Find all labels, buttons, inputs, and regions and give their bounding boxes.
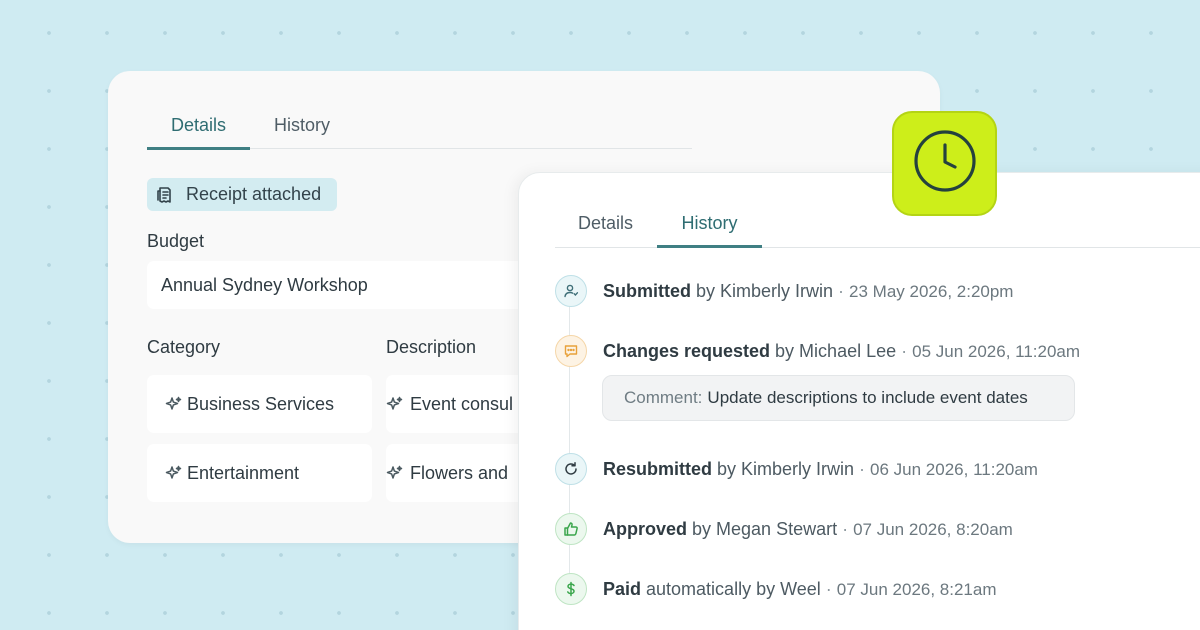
event-action: Submitted	[603, 280, 691, 301]
event-separator: ·	[837, 518, 854, 539]
description-value: Flowers and	[410, 462, 509, 483]
description-value: Event consul	[410, 393, 514, 414]
event-actor: by Kimberly Irwin	[691, 280, 834, 301]
event-timestamp: 07 Jun 2026, 8:20am	[853, 519, 1013, 539]
dollar-icon	[555, 573, 587, 605]
event-actor: by Kimberly Irwin	[712, 458, 855, 479]
category-value: Entertainment	[187, 462, 300, 483]
user-icon	[555, 275, 587, 307]
sparkle-icon	[165, 395, 183, 413]
history-card-tabs: Details History	[555, 209, 1200, 248]
event-timestamp: 05 Jun 2026, 11:20am	[912, 341, 1081, 361]
chat-icon	[555, 335, 587, 367]
receipt-attached-badge[interactable]: Receipt attached	[147, 178, 337, 211]
event-action: Resubmitted	[603, 458, 713, 479]
event-actor: by Michael Lee	[770, 340, 897, 361]
sparkle-icon	[386, 464, 404, 482]
event-actor: by Megan Stewart	[687, 518, 838, 539]
comment-label: Comment:	[624, 388, 703, 407]
history-event: Paid automatically by Weel · 07 Jun 2026…	[555, 573, 997, 605]
event-timestamp: 06 Jun 2026, 11:20am	[870, 459, 1038, 479]
event-separator: ·	[820, 578, 837, 599]
category-field[interactable]: Business Services	[147, 375, 372, 433]
tab-history[interactable]: History	[657, 209, 762, 248]
event-separator: ·	[833, 280, 850, 301]
tab-details[interactable]: Details	[555, 209, 656, 248]
history-event: Changes requested by Michael Lee · 05 Ju…	[555, 335, 1080, 367]
description-label: Description	[386, 337, 477, 357]
comment-box: Comment: Update descriptions to include …	[602, 375, 1075, 421]
event-action: Paid	[603, 578, 642, 599]
event-text: Submitted by Kimberly Irwin · 23 May 202…	[603, 281, 1013, 302]
receipt-attached-label: Receipt attached	[186, 184, 322, 204]
tab-history[interactable]: History	[250, 111, 354, 150]
event-timestamp: 07 Jun 2026, 8:21am	[836, 579, 997, 599]
category-label: Category	[147, 337, 221, 357]
thumbs-up-icon	[555, 513, 587, 545]
category-field[interactable]: Entertainment	[147, 444, 372, 502]
event-actor: automatically by Weel	[641, 578, 821, 599]
comment-text: Update descriptions to include event dat…	[707, 388, 1028, 407]
sparkle-icon	[165, 464, 183, 482]
clock-icon	[913, 129, 977, 198]
tab-details[interactable]: Details	[147, 111, 250, 150]
clock-badge	[892, 111, 997, 216]
details-card-tabs: Details History	[147, 111, 692, 150]
event-separator: ·	[854, 458, 871, 479]
event-timestamp: 23 May 2026, 2:20pm	[849, 281, 1014, 301]
event-text: Paid automatically by Weel · 07 Jun 2026…	[603, 579, 997, 600]
event-action: Changes requested	[603, 340, 771, 361]
history-card: Details History Submitted by Kimberly Ir…	[518, 172, 1200, 630]
sparkle-icon	[386, 395, 404, 413]
budget-field[interactable]: Annual Sydney Workshop	[147, 261, 567, 309]
category-value: Business Services	[187, 393, 335, 414]
budget-label: Budget	[147, 231, 205, 251]
event-separator: ·	[896, 340, 913, 361]
event-text: Resubmitted by Kimberly Irwin · 06 Jun 2…	[603, 459, 1038, 480]
event-text: Approved by Megan Stewart · 07 Jun 2026,…	[603, 519, 1013, 540]
history-event: Resubmitted by Kimberly Irwin · 06 Jun 2…	[555, 453, 1038, 485]
event-action: Approved	[603, 518, 688, 539]
receipt-icon	[156, 186, 174, 204]
refresh-icon	[555, 453, 587, 485]
budget-value: Annual Sydney Workshop	[161, 274, 368, 295]
history-event: Approved by Megan Stewart · 07 Jun 2026,…	[555, 513, 1013, 545]
event-text: Changes requested by Michael Lee · 05 Ju…	[603, 341, 1080, 362]
history-event: Submitted by Kimberly Irwin · 23 May 202…	[555, 275, 1013, 307]
